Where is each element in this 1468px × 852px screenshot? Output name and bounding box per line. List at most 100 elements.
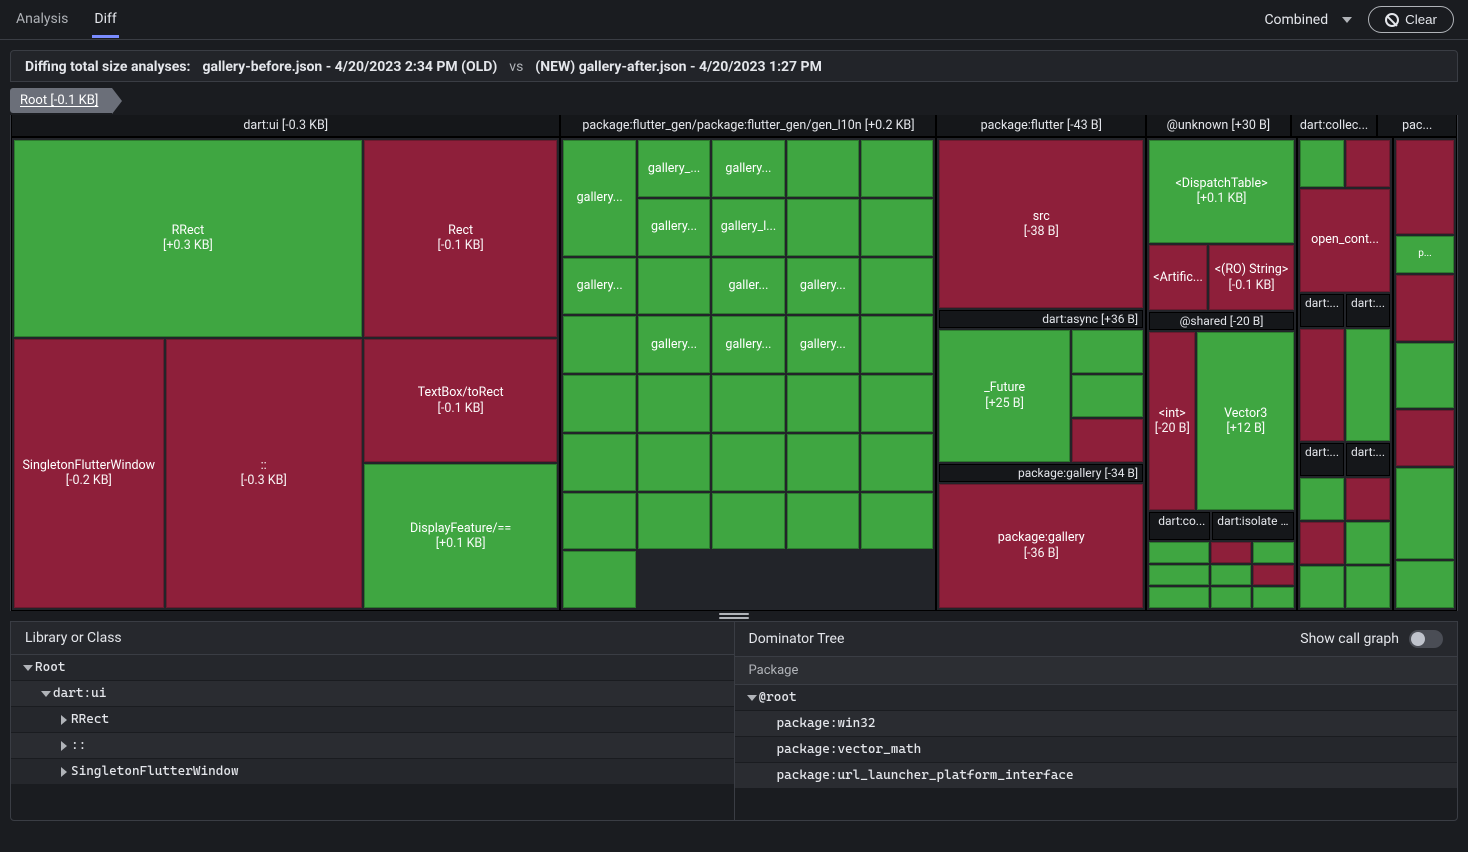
node-tiny-p[interactable]: p... xyxy=(1396,236,1454,273)
breadcrumb-root[interactable]: Root [-0.1 KB] xyxy=(10,88,112,113)
node-pkg-gallery[interactable]: package:gallery [-36 B] xyxy=(939,484,1143,609)
node-tiny[interactable] xyxy=(1300,522,1344,564)
col-flutter-gen[interactable]: package:flutter_gen/package:flutter_gen/… xyxy=(560,115,936,137)
mini-hdr[interactable]: dart:... xyxy=(1346,294,1390,327)
node-src[interactable]: src [-38 B] xyxy=(939,140,1143,308)
tree-row[interactable]: package:win32 xyxy=(735,711,1458,737)
tree-row[interactable]: :: xyxy=(11,733,734,759)
node-gallery-cell[interactable]: gallery... xyxy=(563,140,635,256)
col-pac[interactable]: pac... xyxy=(1377,115,1457,137)
node-gallery-cell[interactable] xyxy=(861,258,933,315)
node-tiny[interactable] xyxy=(1253,542,1294,563)
node-tiny[interactable] xyxy=(1396,561,1454,608)
node-tiny[interactable] xyxy=(1396,343,1454,409)
node-gallery-cell[interactable] xyxy=(787,493,859,550)
node-gallery-cell[interactable] xyxy=(563,434,635,491)
node-gallery-cell[interactable] xyxy=(787,140,859,197)
node-gallery-cell[interactable]: gallery_l... xyxy=(712,199,784,256)
node-rostring[interactable]: <(RO) String> [-0.1 KB] xyxy=(1209,245,1294,311)
node-gallery-cell[interactable]: gallery... xyxy=(787,316,859,373)
node-gallery-cell[interactable]: galler... xyxy=(712,258,784,315)
node-textbox[interactable]: TextBox/toRect [-0.1 KB] xyxy=(364,339,558,463)
node-tiny[interactable] xyxy=(1149,542,1209,563)
node-gallery-cell[interactable] xyxy=(563,316,635,373)
node-gallery-cell[interactable] xyxy=(787,375,859,432)
node-rrect[interactable]: RRect [+0.3 KB] xyxy=(14,140,362,337)
node-gallery-cell[interactable]: gallery... xyxy=(563,258,635,315)
node-gallery-cell[interactable]: gallery... xyxy=(712,316,784,373)
node-tiny[interactable] xyxy=(1149,587,1209,608)
node-singleton[interactable]: SingletonFlutterWindow [-0.2 KB] xyxy=(14,339,164,608)
split-drag-handle[interactable] xyxy=(10,611,1458,621)
combined-dropdown[interactable]: Combined xyxy=(1264,12,1352,28)
node-tiny[interactable] xyxy=(1149,565,1209,586)
node-displayfeature[interactable]: DisplayFeature/== [+0.1 KB] xyxy=(364,464,558,608)
mini-hdr[interactable]: dart:... xyxy=(1346,443,1390,476)
node-tiny[interactable] xyxy=(1253,565,1294,586)
node-int[interactable]: <int> [-20 B] xyxy=(1149,332,1195,510)
node-gallery-cell[interactable] xyxy=(563,375,635,432)
node-gallery-cell[interactable] xyxy=(712,493,784,550)
node-gallery-cell[interactable] xyxy=(861,434,933,491)
tree-row[interactable]: SingletonFlutterWindow xyxy=(11,759,734,785)
node-gallery-cell[interactable] xyxy=(638,375,710,432)
node-tiny[interactable] xyxy=(1346,478,1390,520)
node-gallery-cell[interactable]: gallery... xyxy=(787,258,859,315)
node-tiny[interactable] xyxy=(1211,565,1252,586)
node-gallery-cell[interactable] xyxy=(861,140,933,197)
dominator-tree-list[interactable]: @rootpackage:win32package:vector_mathpac… xyxy=(735,685,1458,820)
node-tiny[interactable] xyxy=(1300,478,1344,520)
node-gallery-cell[interactable] xyxy=(861,375,933,432)
node-artific[interactable]: <Artific... xyxy=(1149,245,1207,311)
node-gallery-cell[interactable] xyxy=(638,493,710,550)
mini-hdr[interactable]: dart:... xyxy=(1300,294,1344,327)
node-tiny[interactable] xyxy=(1396,468,1454,559)
col-flutter[interactable]: package:flutter [-43 B] xyxy=(936,115,1146,137)
node-tiny[interactable] xyxy=(1253,587,1294,608)
node-tiny[interactable] xyxy=(1300,329,1344,441)
node-tiny[interactable] xyxy=(1300,566,1344,608)
node-vector3[interactable]: Vector3 [+12 B] xyxy=(1197,332,1294,510)
node-tiny[interactable] xyxy=(1300,140,1344,187)
col-collection[interactable]: dart:collec... xyxy=(1291,115,1378,137)
show-call-graph-toggle[interactable] xyxy=(1409,630,1443,648)
node-tiny[interactable] xyxy=(1396,275,1454,341)
clear-button[interactable]: Clear xyxy=(1368,6,1454,33)
tab-analysis[interactable]: Analysis xyxy=(14,1,70,38)
node-tiny[interactable] xyxy=(1211,542,1252,563)
library-tree-list[interactable]: Rootdart:uiRRect::SingletonFlutterWindow xyxy=(11,655,734,820)
node-coloncolon[interactable]: :: [-0.3 KB] xyxy=(166,339,362,608)
node-gallery-cell[interactable]: gallery... xyxy=(638,316,710,373)
tree-row[interactable]: RRect xyxy=(11,707,734,733)
node-gallery-cell[interactable] xyxy=(861,199,933,256)
node-gallery-cell[interactable] xyxy=(787,199,859,256)
node-gallery-cell[interactable]: gallery... xyxy=(638,199,710,256)
node-gallery-cell[interactable] xyxy=(563,493,635,550)
node-gallery-cell[interactable] xyxy=(861,493,933,550)
mini-hdr[interactable]: dart:... xyxy=(1300,443,1344,476)
tab-diff[interactable]: Diff xyxy=(92,1,118,38)
node-tiny[interactable] xyxy=(1346,566,1390,608)
node-tiny[interactable] xyxy=(1396,410,1454,466)
col-unknown[interactable]: @unknown [+30 B] xyxy=(1146,115,1291,137)
hdr-dart-async[interactable]: dart:async [+36 B] xyxy=(939,310,1143,328)
node-opencont[interactable]: open_cont... xyxy=(1300,189,1390,292)
tree-row[interactable]: dart:ui xyxy=(11,681,734,707)
col-dart-ui[interactable]: dart:ui [-0.3 KB] xyxy=(11,115,560,137)
hdr-shared[interactable]: @shared [-20 B] xyxy=(1149,312,1294,330)
node-gallery-cell[interactable] xyxy=(861,316,933,373)
node-future[interactable]: _Future [+25 B] xyxy=(939,330,1069,461)
node-async-small[interactable] xyxy=(1072,330,1143,372)
node-tiny[interactable] xyxy=(1346,140,1390,187)
node-gallery-cell[interactable] xyxy=(638,258,710,315)
node-tiny[interactable] xyxy=(1211,587,1252,608)
hdr-dart-co[interactable]: dart:co... xyxy=(1149,512,1210,540)
node-tiny[interactable] xyxy=(1346,522,1390,564)
node-gallery-cell[interactable] xyxy=(712,375,784,432)
hdr-dart-isolate[interactable]: dart:isolate [... xyxy=(1212,512,1294,540)
tree-row[interactable]: @root xyxy=(735,685,1458,711)
node-tiny[interactable] xyxy=(1396,140,1454,234)
node-gallery-cell[interactable]: gallery... xyxy=(712,140,784,197)
hdr-pkg-gallery[interactable]: package:gallery [-34 B] xyxy=(939,464,1143,482)
node-async-small[interactable] xyxy=(1072,419,1143,461)
